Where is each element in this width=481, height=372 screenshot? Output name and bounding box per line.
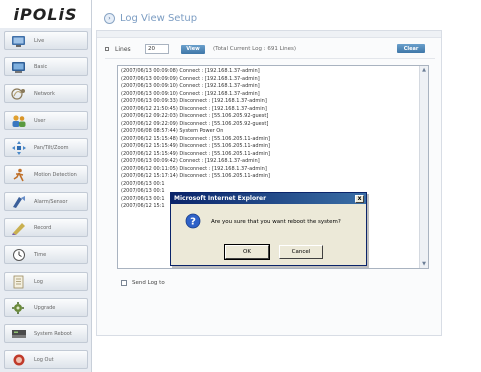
sidebar-item-label: Time — [34, 251, 47, 258]
log-line: (2007/06/13 00:09:33) Disconnect : [192.… — [121, 98, 267, 104]
monitor-icon — [10, 59, 28, 75]
page-header: › Log View Setup — [104, 10, 197, 26]
close-icon[interactable]: x — [355, 194, 364, 203]
total-log-count: (Total Current Log : 691 Lines) — [213, 46, 297, 52]
divider — [105, 58, 435, 59]
dialog-title: Microsoft Internet Explorer — [174, 195, 267, 202]
sidebar-item-label: Alarm/Sensor — [34, 198, 68, 205]
sidebar: iPOLiS Live Basic Network User Pan/Tilt/… — [0, 0, 92, 372]
log-line: (2007/06/12 00:11:05) Disconnect : [192.… — [121, 165, 267, 172]
sidebar-item-label: Live — [34, 37, 45, 44]
sidebar-item-log[interactable]: Log — [4, 272, 88, 291]
log-line: (2007/06/13 00:1 — [121, 180, 165, 187]
ok-button[interactable]: OK — [224, 244, 270, 260]
logo-text: iPOLiS — [13, 4, 78, 24]
sidebar-item-live[interactable]: Live — [4, 31, 88, 50]
log-line: (2007/06/13 00:09:10) Connect : [192.168… — [121, 90, 260, 97]
motion-detection-icon — [10, 167, 28, 183]
log-lines: (2007/06/13 00:09:08) Connect : [192.168… — [121, 68, 417, 211]
sidebar-item-label: Record — [34, 224, 52, 231]
record-icon — [10, 220, 28, 236]
sidebar-item-time[interactable]: Time — [4, 245, 88, 264]
page-title: Log View Setup — [120, 12, 198, 24]
question-icon: ? — [185, 213, 201, 229]
log-line: (2007/06/13 00:09:08) Connect : [192.168… — [121, 68, 260, 74]
log-line: (2007/06/13 00:09:10) Connect : [192.168… — [121, 83, 260, 89]
lines-label: Lines — [115, 45, 131, 53]
scroll-up-icon[interactable]: ▲ — [421, 67, 427, 73]
log-line: (2007/06/13 00:09:42) Connect : [192.168… — [121, 158, 260, 164]
sidebar-item-label: Network — [34, 90, 55, 97]
log-line: (2007/06/12 09:22:03) Disconnect : [55.1… — [121, 113, 269, 119]
log-icon — [10, 274, 28, 290]
view-button[interactable]: View — [181, 44, 205, 54]
cancel-button[interactable]: Cancel — [279, 245, 323, 259]
log-line: (2007/06/12 09:22:09) Disconnect : [55.1… — [121, 120, 269, 127]
live-camera-icon — [10, 33, 28, 49]
log-line: (2007/06/12 15:17:14) Disconnect : [55.1… — [121, 173, 270, 179]
confirm-dialog: Microsoft Internet Explorer x ? Are you … — [170, 192, 367, 266]
log-line: (2007/06/08 08:57:44) System Power On — [121, 128, 224, 134]
log-line: (2007/06/12 15:15:49) Disconnect : [55.1… — [121, 143, 270, 149]
log-view-panel: Lines 20 View (Total Current Log : 691 L… — [96, 30, 442, 336]
system-reboot-icon — [10, 326, 28, 342]
upgrade-icon — [10, 300, 28, 316]
dialog-titlebar[interactable]: Microsoft Internet Explorer x — [171, 193, 366, 204]
sidebar-item-label: Upgrade — [34, 304, 56, 311]
svg-text:?: ? — [190, 217, 196, 228]
bullet-square-icon — [105, 47, 109, 51]
sidebar-item-pan-tilt-zoom[interactable]: Pan/Tilt/Zoom — [4, 138, 88, 157]
sidebar-item-record[interactable]: Record — [4, 218, 88, 237]
log-line: (2007/06/13 00:09:09) Connect : [192.168… — [121, 75, 260, 82]
sidebar-item-network[interactable]: Network — [4, 84, 88, 103]
alarm-sensor-icon — [10, 194, 28, 210]
log-line: (2007/06/12 15:15:48) Disconnect : [55.1… — [121, 135, 270, 142]
sidebar-item-log-out[interactable]: Log Out — [4, 350, 88, 369]
scroll-down-icon[interactable]: ▼ — [421, 261, 427, 267]
log-scrollbar[interactable]: ▲ ▼ — [419, 66, 428, 268]
circle-arrow-icon: › — [104, 12, 115, 24]
sidebar-item-label: System Reboot — [34, 330, 72, 337]
ptz-icon — [10, 140, 28, 156]
send-log-row: Send Log to — [121, 280, 165, 286]
sidebar-item-label: User — [34, 117, 46, 124]
sidebar-item-label: Pan/Tilt/Zoom — [34, 144, 69, 151]
panel-top-bar — [97, 31, 441, 38]
network-icon — [10, 86, 28, 102]
sidebar-item-alarm-sensor[interactable]: Alarm/Sensor — [4, 192, 88, 211]
clock-icon — [10, 247, 28, 263]
sidebar-item-label: Log — [34, 278, 43, 285]
sidebar-item-system-reboot[interactable]: System Reboot — [4, 324, 88, 343]
sidebar-item-basic[interactable]: Basic — [4, 57, 88, 76]
logo: iPOLiS — [0, 0, 91, 28]
dialog-message: Are you sure that you want reboot the sy… — [211, 219, 341, 225]
sidebar-item-upgrade[interactable]: Upgrade — [4, 298, 88, 317]
logout-icon — [10, 352, 28, 368]
send-log-label: Send Log to — [132, 280, 165, 286]
users-icon — [10, 113, 28, 129]
sidebar-item-label: Log Out — [34, 356, 54, 363]
log-line: (2007/06/12 21:50:45) Disconnect : [192.… — [121, 105, 267, 112]
lines-input[interactable]: 20 — [145, 44, 169, 54]
sidebar-item-label: Motion Detection — [34, 171, 77, 178]
sidebar-item-motion-detection[interactable]: Motion Detection — [4, 165, 88, 184]
clear-button[interactable]: Clear — [397, 44, 425, 53]
send-log-checkbox[interactable] — [121, 280, 127, 286]
log-line: (2007/06/12 15:15:49) Disconnect : [55.1… — [121, 150, 270, 157]
sidebar-item-label: Basic — [34, 63, 48, 70]
lines-row: Lines 20 View (Total Current Log : 691 L… — [105, 43, 435, 55]
sidebar-item-user[interactable]: User — [4, 111, 88, 130]
